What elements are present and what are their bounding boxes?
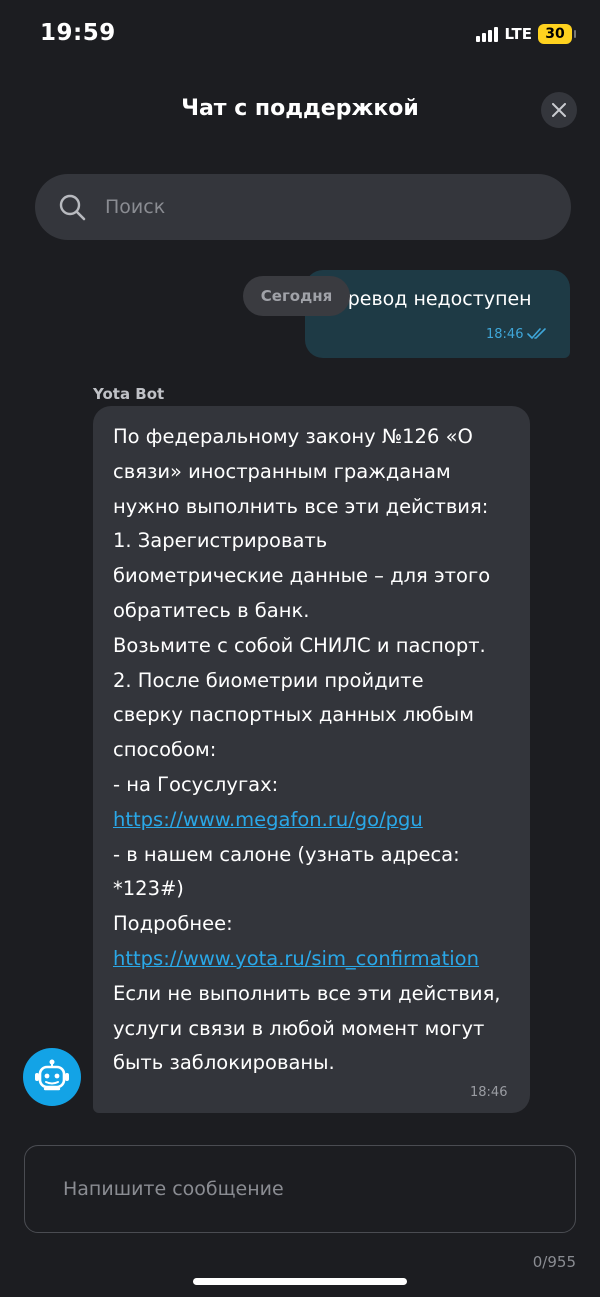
outgoing-message-text: еревод недоступен: [336, 288, 532, 310]
message-line: связи» иностранным гражданам: [113, 459, 451, 483]
date-separator: Сегодня: [243, 276, 350, 316]
search-input[interactable]: [103, 195, 507, 219]
bot-name: Yota Bot: [93, 385, 165, 403]
message-input[interactable]: [61, 1177, 545, 1201]
message-line: 2. После биометрии пройдите: [113, 668, 424, 692]
bot-avatar: [23, 1048, 81, 1106]
close-button[interactable]: [541, 92, 577, 128]
message-line: - на Госуслугах:: [113, 772, 279, 796]
robot-icon: [35, 1059, 69, 1091]
message-line: биометрические данные – для этого: [113, 564, 491, 588]
message-line: *123#): [113, 877, 184, 901]
message-line: Возьмите с собой СНИЛС и паспорт.: [113, 633, 486, 657]
message-line: По федеральному закону №126 «О: [113, 425, 473, 448]
message-line: Если не выполнить все эти действия,: [113, 981, 501, 1005]
incoming-message-text: По федеральному закону №126 «О связи» ин…: [113, 420, 525, 1081]
message-line: нужно выполнить все эти действия:: [113, 494, 489, 518]
message-line: - в нашем салоне (узнать адреса:: [113, 842, 460, 866]
character-counter: 0/955: [532, 1253, 576, 1271]
incoming-message-time: 18:46: [470, 1085, 508, 1100]
page-title: Чат с поддержкой: [181, 96, 419, 121]
outgoing-message-time: 18:46: [486, 327, 524, 342]
gosuslugi-link[interactable]: https://www.megafon.ru/go/pgu: [113, 803, 525, 838]
message-line: услуги связи в любой момент могут: [113, 1016, 485, 1040]
double-check-icon: [527, 328, 546, 340]
message-line: способом:: [113, 738, 217, 762]
message-line: обратитесь в банк.: [113, 598, 310, 622]
search-bar[interactable]: [35, 174, 571, 240]
search-icon: [59, 194, 86, 221]
message-line: 1. Зарегистрировать: [113, 529, 328, 553]
battery-icon: 30: [538, 24, 576, 44]
home-indicator[interactable]: [193, 1278, 407, 1285]
close-icon: [552, 103, 566, 117]
network-type: LTE: [504, 25, 532, 43]
message-line: быть заблокированы.: [113, 1051, 335, 1075]
sim-confirmation-link[interactable]: https://www.yota.ru/sim_confirmation: [113, 942, 525, 977]
message-composer[interactable]: [24, 1145, 576, 1233]
signal-icon: [476, 26, 499, 42]
message-line: Подробнее:: [113, 912, 233, 936]
status-indicators: LTE 30: [476, 24, 576, 44]
message-line: сверку паспортных данных любым: [113, 703, 474, 727]
status-time: 19:59: [40, 20, 116, 46]
